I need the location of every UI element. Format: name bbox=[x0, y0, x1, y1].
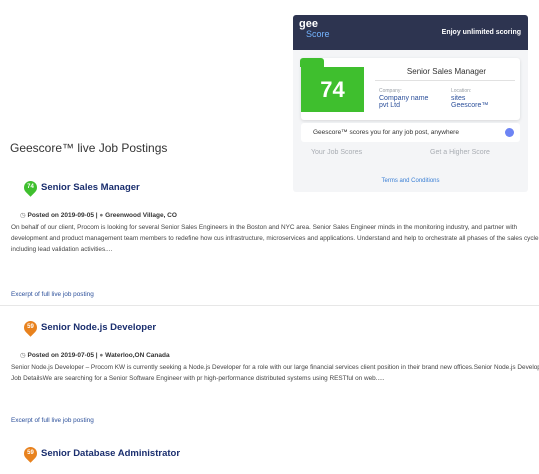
geescore-promo-card: gee Score Enjoy unlimited scoring 74 Sen… bbox=[293, 15, 528, 192]
sample-score-card: 74 Senior Sales Manager Company: Company… bbox=[300, 58, 520, 120]
location-label: Location: bbox=[451, 88, 472, 94]
info-icon[interactable] bbox=[505, 128, 514, 137]
promo-header: gee Score Enjoy unlimited scoring bbox=[293, 15, 528, 50]
score-folder-icon: 74 bbox=[300, 58, 364, 112]
job-location: Waterloo,ON Canada bbox=[105, 352, 170, 359]
section-title: Geescore™ live Job Postings bbox=[10, 141, 168, 155]
get-higher-score-button[interactable]: Get a Higher Score bbox=[430, 149, 490, 156]
meta-separator: | bbox=[95, 352, 98, 359]
logo-line2: Score bbox=[306, 29, 330, 39]
job-description: On behalf of our client, Procom is looki… bbox=[11, 224, 539, 253]
job-title-link[interactable]: Senior Sales Manager bbox=[41, 182, 140, 193]
company-value-line2: pvt Ltd bbox=[379, 102, 401, 109]
location-value-line1: sites bbox=[451, 95, 466, 102]
meta-separator: | bbox=[95, 212, 98, 219]
card-job-title: Senior Sales Manager bbox=[406, 67, 487, 76]
job-meta: ◷ Posted on 2019-09-05 | ● Greenwood Vil… bbox=[20, 211, 177, 219]
company-label: Company: bbox=[379, 88, 402, 94]
clock-icon: ◷ bbox=[20, 352, 26, 359]
company-value-line1: Company name bbox=[379, 95, 429, 102]
posted-prefix: Posted on bbox=[27, 352, 59, 359]
location-pin-icon: ● bbox=[99, 352, 104, 359]
job-meta: ◷ Posted on 2019-07-05 | ● Waterloo,ON C… bbox=[20, 351, 170, 359]
logo-line1: gee bbox=[299, 18, 318, 30]
posted-prefix: Posted on bbox=[27, 212, 59, 219]
score-badge-value: 59 bbox=[27, 450, 34, 456]
your-job-scores-button[interactable]: Your Job Scores bbox=[311, 149, 362, 156]
terms-link[interactable]: Terms and Conditions bbox=[293, 178, 528, 184]
geescore-logo: gee Score bbox=[299, 18, 330, 40]
job-title-link[interactable]: Senior Node.js Developer bbox=[41, 322, 156, 333]
job-location: Greenwood Village, CO bbox=[105, 212, 177, 219]
score-value: 74 bbox=[320, 77, 345, 102]
location-value-line2: Geescore™ bbox=[451, 102, 489, 109]
promo-tagline: Enjoy unlimited scoring bbox=[441, 29, 521, 36]
clock-icon: ◷ bbox=[20, 212, 26, 219]
location-pin-icon: ● bbox=[99, 212, 104, 219]
job-description: Senior Node.js Developer – Procom KW is … bbox=[11, 364, 539, 382]
note-text: Geescore™ scores you for any job post, a… bbox=[313, 129, 459, 136]
posted-date: 2019-09-05 bbox=[60, 212, 94, 219]
geescore-note: Geescore™ scores you for any job post, a… bbox=[301, 123, 520, 142]
score-badge-value: 74 bbox=[27, 184, 34, 190]
divider bbox=[0, 305, 539, 306]
excerpt-link[interactable]: Excerpt of full live job posting bbox=[11, 417, 94, 424]
posted-date: 2019-07-05 bbox=[60, 352, 94, 359]
score-badge-value: 59 bbox=[27, 324, 34, 330]
job-title-link[interactable]: Senior Database Administrator bbox=[41, 448, 180, 459]
excerpt-link[interactable]: Excerpt of full live job posting bbox=[11, 291, 94, 298]
card-divider bbox=[375, 80, 515, 81]
